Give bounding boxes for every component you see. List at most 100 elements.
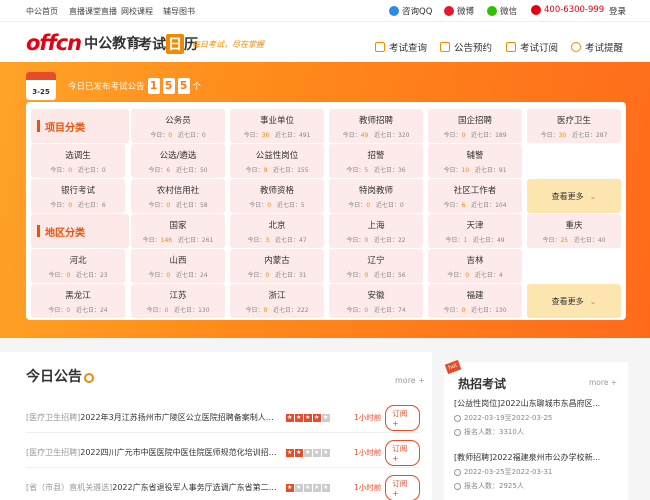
hot-exam-title[interactable]: [教师招聘]2022福建泉州市公办学校新... xyxy=(454,452,619,463)
category-cell[interactable]: 江苏 今日：0 近七日：130 xyxy=(131,284,225,318)
category-name: 招警 xyxy=(367,151,385,161)
category-cell[interactable]: 教师招聘 今日：49 近七日：320 xyxy=(329,109,423,143)
category-cell[interactable]: 医疗卫生 今日：30 近七日：287 xyxy=(527,109,621,143)
category-stats: 今日：1 近七日：49 xyxy=(445,237,505,244)
category-cell[interactable]: 天津今日：1 近七日：49 xyxy=(428,214,522,248)
category-cell[interactable]: 国企招聘 今日：0 近七日：189 xyxy=(428,109,522,143)
category-cell[interactable]: 农村信用社今日：0 近七日：58 xyxy=(131,179,225,213)
star-icon: ★ xyxy=(294,413,303,422)
weibo-icon xyxy=(444,6,454,16)
hot-exam-item[interactable]: [公益性岗位]2022山东聊城市东昌府区... 2022-03-19至2022-0… xyxy=(454,398,619,437)
header: offcn 中公教育 考试日历 每日考试，尽在掌握 考试查询 公告预约 考试订阅… xyxy=(0,22,650,62)
subscribe-button[interactable]: 订阅+ xyxy=(385,439,420,466)
news-title[interactable]: [医疗卫生招聘]2022年3月江苏扬州市广陵区公立医院招聘备案制人员4... xyxy=(26,412,282,423)
hot-more-link[interactable]: more + xyxy=(589,378,617,387)
hot-exam-applicants: 报名人数：2925人 xyxy=(454,481,619,491)
link-offcn-home[interactable]: 中公首页 xyxy=(26,6,58,17)
category-cell[interactable]: 吉林 今日：0 近七日：4 xyxy=(428,249,522,283)
phone-link[interactable]: 400-6300-999 xyxy=(531,5,604,15)
category-cell[interactable]: 事业单位 今日：36 近七日：491 xyxy=(230,109,324,143)
category-cell[interactable]: 浙江 今日：0 近七日：222 xyxy=(230,284,324,318)
news-title[interactable]: [省（市县）直机关遴选]2022广东省退役军人事务厅选调广东省第二荣军医院... xyxy=(26,482,282,493)
nav-announcement-booking[interactable]: 公告预约 xyxy=(440,40,492,54)
category-name: 医疗卫生 xyxy=(556,116,591,126)
category-name: 天津 xyxy=(466,221,484,231)
booking-icon xyxy=(440,42,450,52)
star-icon: ★ xyxy=(285,448,294,457)
category-cell[interactable]: 福建 今日：0 近七日：130 xyxy=(428,284,522,318)
count-digit: 1 xyxy=(147,78,160,94)
category-cell[interactable]: 银行考试 今日：0 近七日：6 xyxy=(31,179,125,213)
category-cell[interactable]: 重庆 今日：25 近七日：40 xyxy=(527,214,621,248)
category-cell[interactable]: 招警今日：5 近七日：36 xyxy=(329,144,423,178)
category-cell[interactable]: 河北 今日：0 近七日：23 xyxy=(31,249,125,283)
star-icon: ★ xyxy=(294,448,303,457)
category-stats: 今日：9 近七日：155 xyxy=(245,167,309,174)
wechat-link[interactable]: 微信 xyxy=(487,5,517,17)
offcn-logo[interactable]: offcn 中公教育 xyxy=(26,31,140,55)
logo-divider xyxy=(133,38,134,52)
category-cell[interactable]: 特岗教师 今日：0 近七日：0 xyxy=(329,179,423,213)
category-cell[interactable]: 公选/遴选 今日：6 近七日：50 xyxy=(131,144,225,178)
hot-exams-title: 热招考试 xyxy=(458,377,507,391)
news-more-link[interactable]: more + xyxy=(395,376,425,385)
category-cell[interactable]: 山西 今日：0 近七日：24 xyxy=(131,249,225,283)
category-cell[interactable]: 北京 今日：3 近七日：47 xyxy=(230,214,324,248)
star-icon: ★ xyxy=(321,448,330,457)
user-icon xyxy=(454,428,461,436)
link-online-course[interactable]: 网校课程 xyxy=(121,6,153,17)
category-cell[interactable]: 安徽 今日：0 近七日：74 xyxy=(329,284,423,318)
news-title[interactable]: [医疗卫生招聘]2022四川广元市中医医院中医住院医师规范化培训招生... xyxy=(26,447,282,458)
hot-exam-item[interactable]: [教师招聘]2022福建泉州市公办学校新... 2022-03-25至2022-0… xyxy=(454,452,619,491)
subscribe-button[interactable]: 订阅+ xyxy=(385,404,420,431)
nav-exam-query[interactable]: 考试查询 xyxy=(375,40,427,54)
category-cell[interactable]: 选调生 今日：0 近七日：0 xyxy=(31,144,125,178)
star-icon: ★ xyxy=(303,413,312,422)
category-stats: 今日：0 近七日：58 xyxy=(148,202,208,209)
category-name: 教师招聘 xyxy=(358,116,393,126)
star-icon: ★ xyxy=(321,413,330,422)
category-name: 教师资格 xyxy=(259,186,294,196)
category-cell[interactable]: 辽宁 今日：0 近七日：56 xyxy=(329,249,423,283)
nav-exam-subscribe[interactable]: 考试订阅 xyxy=(506,40,558,54)
news-time: 1小时前 xyxy=(353,448,382,457)
category-stats: 今日：146 近七日：261 xyxy=(142,237,214,244)
news-row[interactable]: [医疗卫生招聘]2022年3月江苏扬州市广陵区公立医院招聘备案制人员4... ★ ★… xyxy=(26,403,420,433)
consult-qq-link[interactable]: 咨询QQ xyxy=(389,5,432,17)
category-stats: 今日：5 近七日：36 xyxy=(346,167,406,174)
login-link[interactable]: 登录 xyxy=(609,5,626,17)
category-stats: 今日：10 近七日：91 xyxy=(443,167,507,174)
category-name: 公益性岗位 xyxy=(255,151,299,161)
category-name: 国家 xyxy=(169,221,187,231)
nav-exam-reminder[interactable]: 考试提醒 xyxy=(571,40,623,54)
news-time: 1小时前 xyxy=(353,483,382,492)
category-cell[interactable]: 国家今日：146 近七日：261 xyxy=(131,214,225,248)
region-more-button[interactable]: 查看更多 ⌄ xyxy=(527,284,621,318)
rating-stars: ★ ★ ★ ★ ★ xyxy=(285,448,354,457)
link-live[interactable]: 直播课堂直播 xyxy=(69,6,117,17)
news-row[interactable]: [医疗卫生招聘]2022四川广元市中医医院中医住院医师规范化培训招生... ★ ★ ★… xyxy=(26,438,420,468)
category-cell[interactable]: 公务员 今日：0 近七日：0 xyxy=(131,109,225,143)
category-cell[interactable]: 上海 今日：0 近七日：22 xyxy=(329,214,423,248)
exam-calendar-title: 考试日历 xyxy=(138,34,198,54)
category-cell[interactable]: 公益性岗位今日：9 近七日：155 xyxy=(230,144,324,178)
category-cell[interactable]: 辅警 今日：10 近七日：91 xyxy=(428,144,522,178)
subscribe-button[interactable]: 订阅+ xyxy=(385,474,420,500)
project-more-button[interactable]: 查看更多 ⌄ xyxy=(527,179,621,213)
category-name: 选调生 xyxy=(65,151,91,161)
category-cell[interactable]: 社区工作者 今日：6 近七日：104 xyxy=(428,179,522,213)
category-cell[interactable]: 黑龙江 今日：0 近七日：24 xyxy=(31,284,125,318)
category-stats: 今日：0 近七日：0 xyxy=(150,132,206,139)
category-stats: 今日：0 近七日：130 xyxy=(146,307,210,314)
category-cell[interactable]: 教师资格 今日：0 近七日：5 xyxy=(230,179,324,213)
weibo-link[interactable]: 微博 xyxy=(444,5,474,17)
news-row[interactable]: [省（市县）直机关遴选]2022广东省退役军人事务厅选调广东省第二荣军医院...… xyxy=(26,473,420,500)
star-icon: ★ xyxy=(312,413,321,422)
hot-exam-title[interactable]: [公益性岗位]2022山东聊城市东昌府区... xyxy=(454,398,619,409)
link-books[interactable]: 辅导图书 xyxy=(163,6,195,17)
category-name: 农村信用社 xyxy=(156,186,200,196)
category-stats: 今日：0 近七日：74 xyxy=(346,307,406,314)
circle-icon xyxy=(84,373,94,383)
category-cell[interactable]: 内蒙古 今日：0 近七日：31 xyxy=(230,249,324,283)
hot-exam-dates: 2022-03-25至2022-03-31 xyxy=(454,467,619,477)
